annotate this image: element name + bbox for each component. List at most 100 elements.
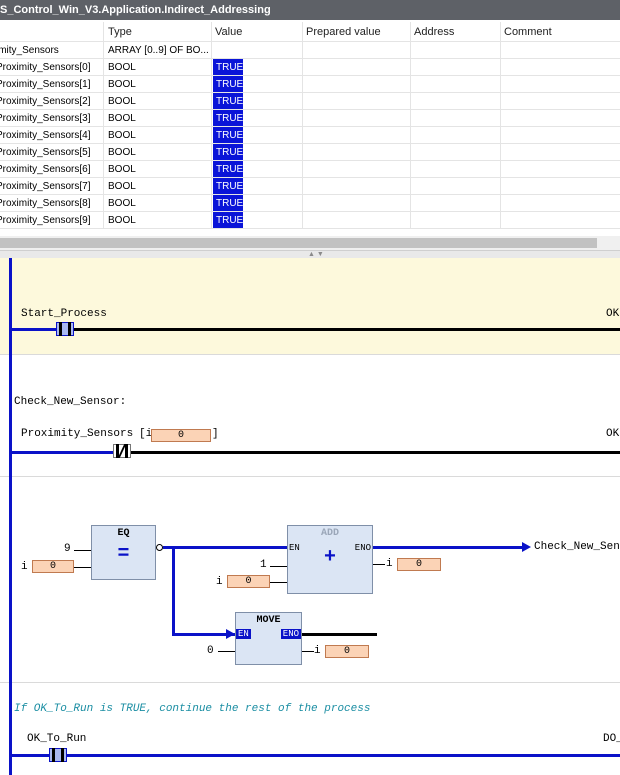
contact-label-ok-to-run: OK_To_Run [27,733,87,745]
contact-proximity-sensor-negated[interactable] [113,444,131,458]
add-out-value[interactable]: 0 [397,558,441,571]
row-prepared-value[interactable] [303,59,411,75]
add-function-block[interactable]: ADD EN ENO + [287,525,373,594]
eq-in2-value[interactable]: 0 [32,560,74,573]
network-4[interactable]: If OK_To_Run is TRUE, continue the rest … [0,683,620,775]
row-value[interactable]: TRUE [212,195,303,211]
value-true-badge[interactable]: TRUE [213,161,243,177]
row-value[interactable] [212,42,303,58]
row-value[interactable]: TRUE [212,144,303,160]
network-3[interactable]: 9 i 0 EQ = 1 i 0 ADD EN ENO + Check_New_… [0,477,620,683]
col-expression[interactable] [0,22,104,41]
table-row[interactable]: Proximity_Sensors[3] BOOL TRUE [0,110,620,127]
row-comment [501,93,620,109]
value-true-badge[interactable]: TRUE [213,144,243,160]
network-comment: If OK_To_Run is TRUE, continue the rest … [14,703,371,715]
row-prepared-value[interactable] [303,178,411,194]
move-eno-pin[interactable]: ENO [280,629,301,639]
eq-in2-line [74,567,91,568]
row-prepared-value[interactable] [303,212,411,228]
horizontal-scrollbar[interactable] [0,236,620,250]
network-1[interactable]: Start_Process OK [0,258,620,355]
table-row[interactable]: Proximity_Sensors[7] BOOL TRUE [0,178,620,195]
value-true-badge[interactable]: TRUE [213,178,243,194]
power-flow-line [11,451,113,454]
value-true-badge[interactable]: TRUE [213,195,243,211]
row-prepared-value[interactable] [303,76,411,92]
add-in1-line [270,566,287,567]
row-value[interactable]: TRUE [212,212,303,228]
power-flow-line [163,546,287,549]
move-out-value[interactable]: 0 [325,645,369,658]
row-type: BOOL [104,178,212,194]
row-prepared-value[interactable] [303,127,411,143]
add-in1-value: 1 [260,559,267,571]
row-type: ARRAY [0..9] OF BO... [104,42,212,58]
eq-function-block[interactable]: EQ = [91,525,156,580]
value-true-badge[interactable]: TRUE [213,212,243,228]
table-row[interactable]: Proximity_Sensors[0] BOOL TRUE [0,59,620,76]
row-value[interactable]: TRUE [212,93,303,109]
value-true-badge[interactable]: TRUE [213,59,243,75]
eq-output-pin[interactable] [156,544,163,551]
eq-in2-var: i [21,561,28,573]
table-row[interactable]: Proximity_Sensors[6] BOOL TRUE [0,161,620,178]
value-true-badge[interactable]: TRUE [213,110,243,126]
network-2[interactable]: Check_New_Sensor: Proximity_Sensors [i 0… [0,355,620,477]
row-name: Proximity_Sensors[3] [0,110,104,126]
table-row[interactable]: imity_Sensors ARRAY [0..9] OF BO... [0,42,620,59]
table-row[interactable]: Proximity_Sensors[9] BOOL TRUE [0,212,620,229]
row-address [411,212,501,228]
col-value[interactable]: Value [212,22,303,41]
scrollbar-thumb[interactable] [0,238,597,248]
row-comment [501,127,620,143]
row-prepared-value[interactable] [303,110,411,126]
table-row[interactable]: Proximity_Sensors[4] BOOL TRUE [0,127,620,144]
row-comment [501,212,620,228]
row-name: Proximity_Sensors[0] [0,59,104,75]
value-true-badge[interactable]: TRUE [213,76,243,92]
table-row[interactable]: Proximity_Sensors[8] BOOL TRUE [0,195,620,212]
row-address [411,42,501,58]
row-value[interactable]: TRUE [212,178,303,194]
move-function-block[interactable]: MOVE EN ENO [235,612,302,665]
index-input-i[interactable]: 0 [151,429,211,442]
network-label: Check_New_Sensor: [14,396,127,408]
add-out-var: i [386,558,393,570]
row-prepared-value[interactable] [303,195,411,211]
col-type[interactable]: Type [104,22,212,41]
table-row[interactable]: Proximity_Sensors[1] BOOL TRUE [0,76,620,93]
row-address [411,76,501,92]
value-true-badge[interactable]: TRUE [213,127,243,143]
pane-splitter[interactable]: ▲ ▼ [0,250,620,258]
add-in2-value[interactable]: 0 [227,575,270,588]
equals-icon: = [117,542,130,564]
value-true-badge[interactable]: TRUE [213,93,243,109]
row-value[interactable]: TRUE [212,110,303,126]
row-address [411,127,501,143]
row-value[interactable]: TRUE [212,76,303,92]
row-value[interactable]: TRUE [212,127,303,143]
col-comment[interactable]: Comment [501,22,620,41]
row-address [411,110,501,126]
contact-ok-to-run[interactable] [49,748,67,762]
row-prepared-value[interactable] [303,42,411,58]
row-value[interactable]: TRUE [212,161,303,177]
row-prepared-value[interactable] [303,144,411,160]
row-type: BOOL [104,195,212,211]
eq-in1-line [74,550,91,551]
row-name: Proximity_Sensors[9] [0,212,104,228]
move-en-pin[interactable]: EN [236,629,251,639]
table-row[interactable]: Proximity_Sensors[2] BOOL TRUE [0,93,620,110]
row-name: Proximity_Sensors[5] [0,144,104,160]
contact-start-process[interactable] [56,322,74,336]
row-prepared-value[interactable] [303,93,411,109]
col-address[interactable]: Address [411,22,501,41]
row-value[interactable]: TRUE [212,59,303,75]
move-out-line [302,651,314,652]
row-prepared-value[interactable] [303,161,411,177]
col-prepared-value[interactable]: Prepared value [303,22,411,41]
row-address [411,59,501,75]
eq-block-title: EQ [117,528,130,539]
table-row[interactable]: Proximity_Sensors[5] BOOL TRUE [0,144,620,161]
